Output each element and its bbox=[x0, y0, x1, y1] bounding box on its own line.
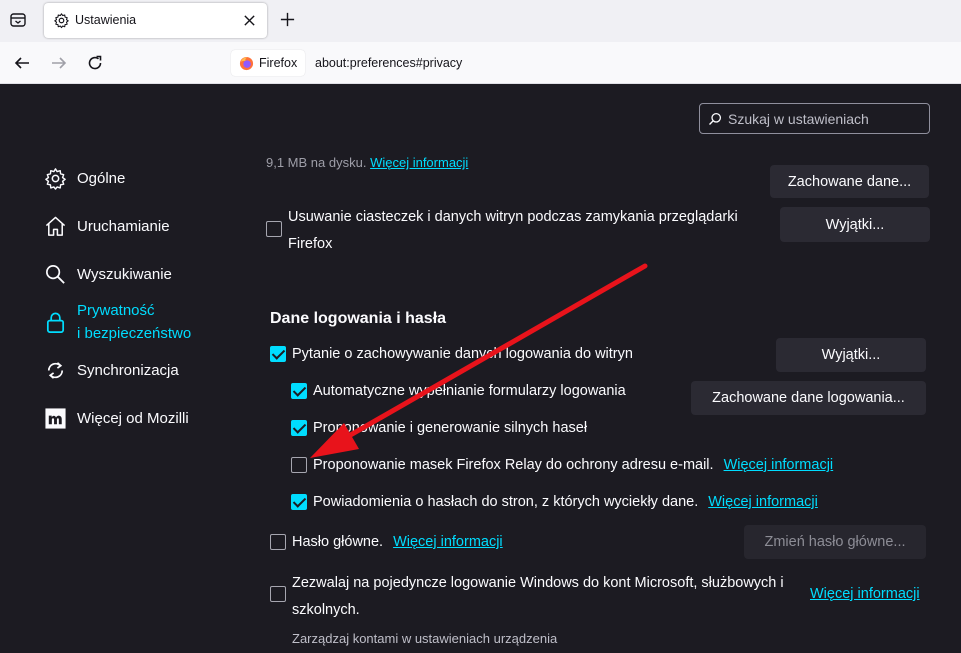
breach-alerts-label: Powiadomienia o hasłach do stron, z któr… bbox=[313, 494, 699, 510]
sidebar-item-label: Wyszukiwanie bbox=[77, 266, 172, 283]
change-primary-password-button[interactable]: Zmień hasło główne... bbox=[744, 525, 926, 559]
disk-usage-label: 9,1 MB na dysku. bbox=[266, 155, 367, 170]
windows-sso-learn-more-link[interactable]: Więcej informacji bbox=[810, 586, 920, 602]
relay-masks-row: Proponowanie masek Firefox Relay do ochr… bbox=[291, 455, 833, 475]
navigation-bar: Firefox about:preferences#privacy bbox=[0, 42, 961, 84]
home-icon bbox=[45, 216, 66, 236]
delete-on-close-checkbox[interactable] bbox=[266, 221, 282, 237]
forward-arrow-icon[interactable] bbox=[50, 54, 68, 72]
windows-sso-checkbox[interactable] bbox=[270, 586, 286, 602]
tab-bar: Ustawienia bbox=[0, 0, 961, 42]
sidebar-item-label: Synchronizacja bbox=[77, 362, 179, 379]
sidebar-item-startup[interactable]: Uruchamianie bbox=[44, 215, 170, 238]
windows-sso-row: Zezwalaj na pojedyncze logowanie Windows… bbox=[270, 570, 790, 624]
suggest-strong-label: Proponowanie i generowanie silnych haseł bbox=[313, 420, 588, 436]
search-icon bbox=[46, 265, 65, 284]
identity-label: Firefox bbox=[259, 56, 298, 70]
breach-learn-more-link[interactable]: Więcej informacji bbox=[708, 492, 818, 512]
breach-alerts-checkbox[interactable] bbox=[291, 494, 307, 510]
logins-section-title: Dane logowania i hasła bbox=[270, 310, 447, 327]
autofill-label: Automatyczne wypełnianie formularzy logo… bbox=[313, 383, 626, 399]
primary-password-learn-more-link[interactable]: Więcej informacji bbox=[393, 532, 503, 552]
mozilla-icon bbox=[45, 408, 66, 429]
relay-masks-checkbox[interactable] bbox=[291, 457, 307, 473]
learn-more-link[interactable]: Więcej informacji bbox=[370, 155, 468, 170]
ask-to-save-label: Pytanie o zachowywanie danych logowania … bbox=[292, 346, 633, 362]
gear-icon bbox=[54, 13, 69, 29]
close-icon[interactable] bbox=[243, 14, 256, 27]
delete-on-close-row: Usuwanie ciasteczek i danych witryn podc… bbox=[266, 204, 766, 258]
relay-learn-more-link[interactable]: Więcej informacji bbox=[724, 455, 834, 475]
saved-logins-button[interactable]: Zachowane dane logowania... bbox=[691, 381, 926, 415]
saved-data-button[interactable]: Zachowane dane... bbox=[770, 165, 929, 198]
logins-exceptions-button[interactable]: Wyjątki... bbox=[776, 338, 926, 372]
windows-sso-label: Zezwalaj na pojedyncze logowanie Windows… bbox=[292, 575, 784, 618]
sidebar-item-general[interactable]: Ogólne bbox=[44, 167, 125, 190]
disk-usage-text: 9,1 MB na dysku. Więcej informacji bbox=[266, 155, 468, 170]
back-arrow-icon[interactable] bbox=[13, 54, 31, 72]
new-tab-icon[interactable] bbox=[279, 11, 296, 28]
settings-page: Ogólne Uruchamianie Wyszukiwanie Prywatn… bbox=[0, 84, 961, 653]
sidebar-item-privacy[interactable]: Prywatność i bezpieczeństwo bbox=[44, 299, 191, 345]
sidebar-item-label-line: i bezpieczeństwo bbox=[77, 325, 192, 342]
sync-icon bbox=[47, 362, 64, 379]
primary-password-row: Hasło główne. Więcej informacji bbox=[270, 532, 503, 552]
lock-icon bbox=[46, 312, 65, 333]
sidebar-item-search[interactable]: Wyszukiwanie bbox=[44, 263, 172, 286]
settings-content: 9,1 MB na dysku. Więcej informacji Zacho… bbox=[240, 84, 961, 653]
primary-password-checkbox[interactable] bbox=[270, 534, 286, 550]
reload-icon[interactable] bbox=[86, 54, 104, 72]
gear-icon bbox=[45, 168, 66, 190]
suggest-strong-row: Proponowanie i generowanie silnych haseł bbox=[291, 418, 587, 438]
sidebar-item-label: Ogólne bbox=[77, 170, 126, 187]
url-text[interactable]: about:preferences#privacy bbox=[315, 56, 462, 70]
identity-box[interactable]: Firefox bbox=[231, 50, 306, 76]
autofill-row: Automatyczne wypełnianie formularzy logo… bbox=[291, 381, 626, 401]
sidebar-item-label-line: Prywatność bbox=[77, 302, 155, 319]
suggest-strong-checkbox[interactable] bbox=[291, 420, 307, 436]
tab-list-icon[interactable] bbox=[8, 10, 28, 30]
primary-password-label: Hasło główne. bbox=[292, 534, 384, 550]
tab-title: Ustawienia bbox=[75, 13, 137, 27]
breach-alerts-row: Powiadomienia o hasłach do stron, z któr… bbox=[291, 492, 818, 512]
autofill-checkbox[interactable] bbox=[291, 383, 307, 399]
firefox-logo-icon bbox=[239, 56, 254, 70]
cookie-exceptions-button[interactable]: Wyjątki... bbox=[780, 207, 930, 242]
sidebar: Ogólne Uruchamianie Wyszukiwanie Prywatn… bbox=[0, 84, 240, 653]
delete-on-close-label: Usuwanie ciasteczek i danych witryn podc… bbox=[288, 209, 738, 252]
ask-to-save-checkbox[interactable] bbox=[270, 346, 286, 362]
sidebar-item-more-from-mozilla[interactable]: Więcej od Mozilli bbox=[44, 407, 189, 430]
url-bar[interactable]: Firefox about:preferences#privacy bbox=[229, 48, 961, 78]
sidebar-item-sync[interactable]: Synchronizacja bbox=[44, 359, 179, 382]
sidebar-item-label: Więcej od Mozilli bbox=[77, 410, 189, 427]
ask-to-save-row: Pytanie o zachowywanie danych logowania … bbox=[270, 344, 633, 364]
windows-sso-note: Zarządzaj kontami w ustawieniach urządze… bbox=[292, 631, 558, 646]
relay-masks-label: Proponowanie masek Firefox Relay do ochr… bbox=[313, 457, 714, 473]
sidebar-item-label: Uruchamianie bbox=[77, 218, 170, 235]
sidebar-item-label: Prywatność i bezpieczeństwo bbox=[77, 299, 191, 345]
tab-settings[interactable]: Ustawienia bbox=[44, 3, 267, 38]
